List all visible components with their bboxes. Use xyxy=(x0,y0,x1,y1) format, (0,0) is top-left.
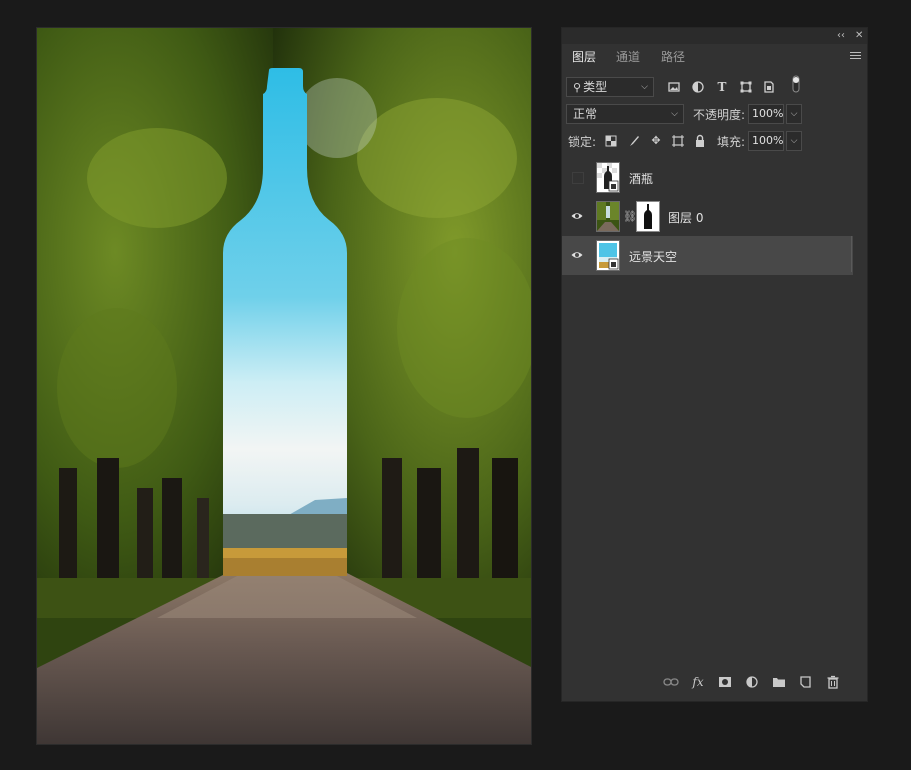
mask-thumbnail[interactable] xyxy=(636,201,660,232)
new-layer-icon[interactable] xyxy=(798,675,814,689)
layer-name: 远景天空 xyxy=(629,250,678,264)
bottle-mask-icon xyxy=(637,202,659,231)
adjustment-filter-icon[interactable] xyxy=(690,79,706,95)
smart-object-thumbnail-icon xyxy=(597,163,619,192)
adjustment-layer-icon[interactable] xyxy=(744,675,760,689)
collapse-icon[interactable]: ‹‹ xyxy=(837,29,845,42)
filter-type-label: 类型 xyxy=(583,80,608,94)
opacity-label: 不透明度: xyxy=(693,108,746,122)
opacity-input[interactable]: 100% xyxy=(748,104,784,124)
chevron-down-icon: ⌵ xyxy=(641,82,648,92)
forest-thumbnail-icon xyxy=(597,202,619,231)
image-filter-icon[interactable] xyxy=(666,79,682,95)
layer-name: 酒瓶 xyxy=(629,172,654,186)
layer-row-sky[interactable]: 远景天空 xyxy=(562,236,853,275)
shape-filter-icon[interactable] xyxy=(738,79,754,95)
blend-mode-value: 正常 xyxy=(573,107,598,121)
sky-thumbnail-icon xyxy=(597,241,619,270)
filter-toggle[interactable] xyxy=(792,75,800,93)
close-icon[interactable]: ✕ xyxy=(855,29,863,42)
filter-row: ⚲ 类型 ⌵ T xyxy=(562,75,867,99)
blend-row: 正常 ⌵ 不透明度: 100% ⌵ xyxy=(562,104,867,126)
layer-row-bottle[interactable]: 酒瓶 xyxy=(562,158,867,197)
lock-artboard-icon[interactable] xyxy=(671,134,685,148)
visibility-toggle-off[interactable] xyxy=(572,172,584,184)
panel-tabs: 图层 通道 路径 xyxy=(562,44,867,70)
layer-row-layer0[interactable]: ⛓ 图层 0 xyxy=(562,197,867,236)
lock-all-icon[interactable] xyxy=(693,134,707,148)
panel-title-bar: ‹‹ ✕ xyxy=(562,28,867,44)
add-mask-icon[interactable] xyxy=(717,675,733,689)
layer-thumbnail xyxy=(596,162,620,193)
lock-label: 锁定: xyxy=(568,135,597,149)
tab-channels[interactable]: 通道 xyxy=(616,48,640,65)
smart-object-filter-icon[interactable] xyxy=(761,79,777,95)
lock-position-icon[interactable]: ✥ xyxy=(649,134,663,148)
eye-icon[interactable] xyxy=(571,249,583,261)
fill-label: 填充: xyxy=(717,135,746,149)
fill-dropdown-button[interactable]: ⌵ xyxy=(786,131,802,151)
layers-panel: ‹‹ ✕ 图层 通道 路径 ⚲ 类型 ⌵ T 正常 ⌵ 不透明度: 100% ⌵ … xyxy=(561,27,868,702)
layer-thumbnail xyxy=(596,240,620,271)
search-icon: ⚲ xyxy=(573,81,582,94)
panel-menu-icon[interactable] xyxy=(850,52,861,61)
mask-link-icon[interactable]: ⛓ xyxy=(623,210,637,223)
opacity-dropdown-button[interactable]: ⌵ xyxy=(786,104,802,124)
eye-icon[interactable] xyxy=(571,210,583,222)
fx-icon[interactable]: fx xyxy=(690,675,706,689)
blend-mode-dropdown[interactable]: 正常 ⌵ xyxy=(566,104,684,124)
panel-scrollbar-track[interactable] xyxy=(851,236,852,272)
fill-input[interactable]: 100% xyxy=(748,131,784,151)
tab-layers[interactable]: 图层 xyxy=(572,48,596,65)
lock-transparent-icon[interactable] xyxy=(604,134,618,148)
link-layers-icon[interactable] xyxy=(663,675,679,689)
type-filter-icon[interactable]: T xyxy=(714,79,730,95)
delete-icon[interactable] xyxy=(825,675,841,689)
document-canvas[interactable] xyxy=(36,27,532,745)
lock-row: 锁定: ✥ 填充: 100% ⌵ xyxy=(562,131,867,153)
chevron-down-icon: ⌵ xyxy=(671,109,678,119)
panel-bottom-bar: fx xyxy=(562,661,867,701)
group-folder-icon[interactable] xyxy=(771,675,787,689)
lock-image-icon[interactable] xyxy=(627,134,641,148)
tab-paths[interactable]: 路径 xyxy=(661,48,685,65)
layer-thumbnail xyxy=(596,201,620,232)
filter-type-dropdown[interactable]: ⚲ 类型 ⌵ xyxy=(566,77,654,97)
canvas-artwork xyxy=(37,28,531,744)
layer-name: 图层 0 xyxy=(668,211,704,225)
layers-list: 酒瓶 ⛓ 图层 0 远景天空 xyxy=(562,158,867,275)
